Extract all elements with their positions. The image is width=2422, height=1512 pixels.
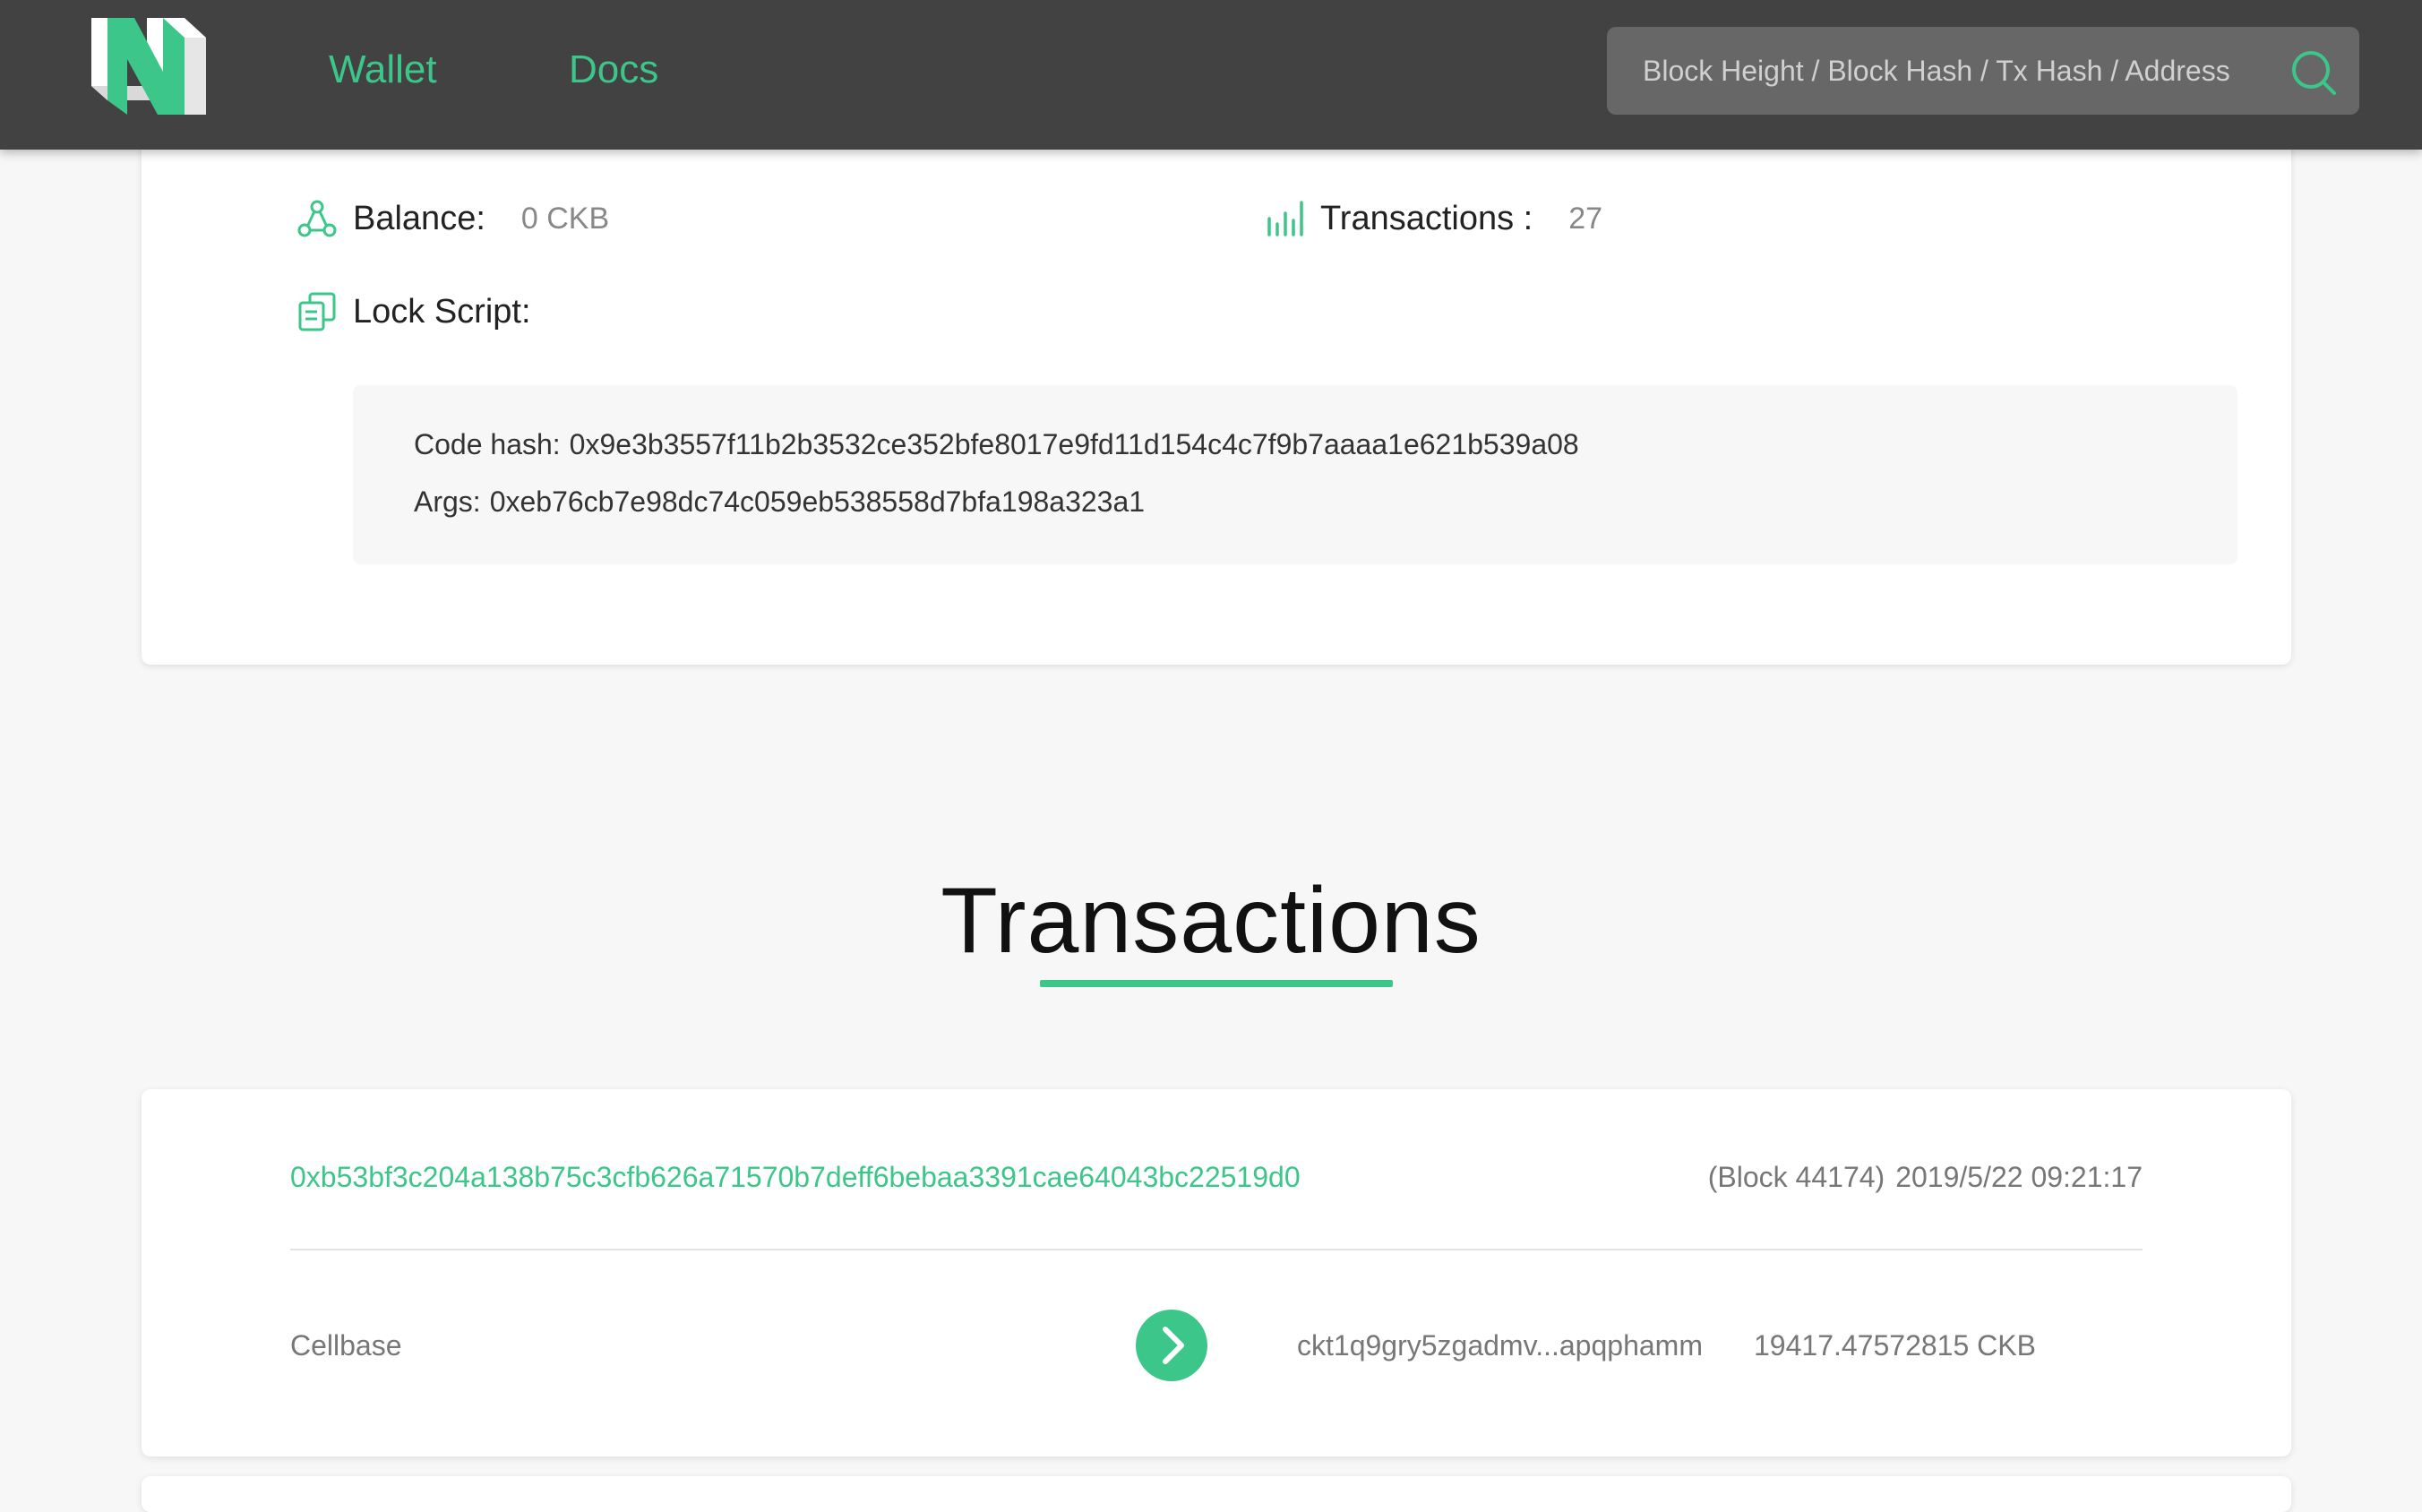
balance-label: Balance: [353,199,485,237]
search-icon[interactable] [2289,48,2338,97]
code-hash-value: 0x9e3b3557f11b2b3532ce352bfe8017e9fd11d1… [569,428,1579,460]
transaction-item: 0xb53bf3c204a138b75c3cfb626a71570b7deff6… [142,1089,2291,1456]
title-underline [1040,980,1393,987]
lock-script-row: Lock Script: [297,292,531,331]
transaction-item-next [142,1476,2291,1512]
balance-icon [297,200,337,237]
args-value: 0xeb76cb7e98dc74c059eb538558d7bfa198a323… [489,485,1146,518]
lock-script-icon [298,292,336,331]
transactions-count-row: Transactions : 27 [1265,199,1602,238]
code-hash-line: Code hash: 0x9e3b3557f11b2b3532ce352bfe80… [414,428,1579,461]
nav-docs-link[interactable]: Docs [569,43,658,97]
arrow-right-circle-icon [1136,1310,1207,1381]
transactions-count-value: 27 [1568,201,1603,236]
search-bar [1607,27,2359,115]
code-hash-label: Code hash: [414,428,561,460]
transaction-output-address[interactable]: ckt1q9gry5zgadmv...apqphamm [1297,1329,1703,1362]
transaction-input: Cellbase [290,1329,402,1362]
lock-script-label: Lock Script: [353,292,531,331]
transaction-hash-link[interactable]: 0xb53bf3c204a138b75c3cfb626a71570b7deff6… [290,1161,1301,1194]
transaction-output-amount: 19417.47572815 CKB [1754,1329,2036,1362]
transaction-meta: (Block 44174) 2019/5/22 09:21:17 [1708,1161,2143,1194]
balance-row: Balance: 0 CKB [297,199,609,238]
nervos-logo-icon[interactable] [88,18,208,116]
args-label: Args: [414,485,481,518]
lock-script-content: Code hash: 0x9e3b3557f11b2b3532ce352bfe80… [353,385,2237,564]
transactions-count-label: Transactions : [1320,199,1533,237]
transaction-timestamp: 2019/5/22 09:21:17 [1895,1161,2143,1193]
bar-chart-icon [1267,201,1303,236]
navbar: Wallet Docs [0,0,2422,150]
nav-wallet-link[interactable]: Wallet [329,43,437,97]
balance-value: 0 CKB [520,201,610,236]
divider [290,1249,2143,1250]
address-detail-card: Balance: 0 CKB Transactions : 27 Lock Sc… [142,107,2291,665]
search-input[interactable] [1607,27,2270,115]
transaction-block: (Block 44174) [1707,1161,1885,1193]
transactions-section-title: Transactions [940,869,1482,973]
args-line: Args: 0xeb76cb7e98dc74c059eb538558d7bfa19… [414,485,1145,519]
